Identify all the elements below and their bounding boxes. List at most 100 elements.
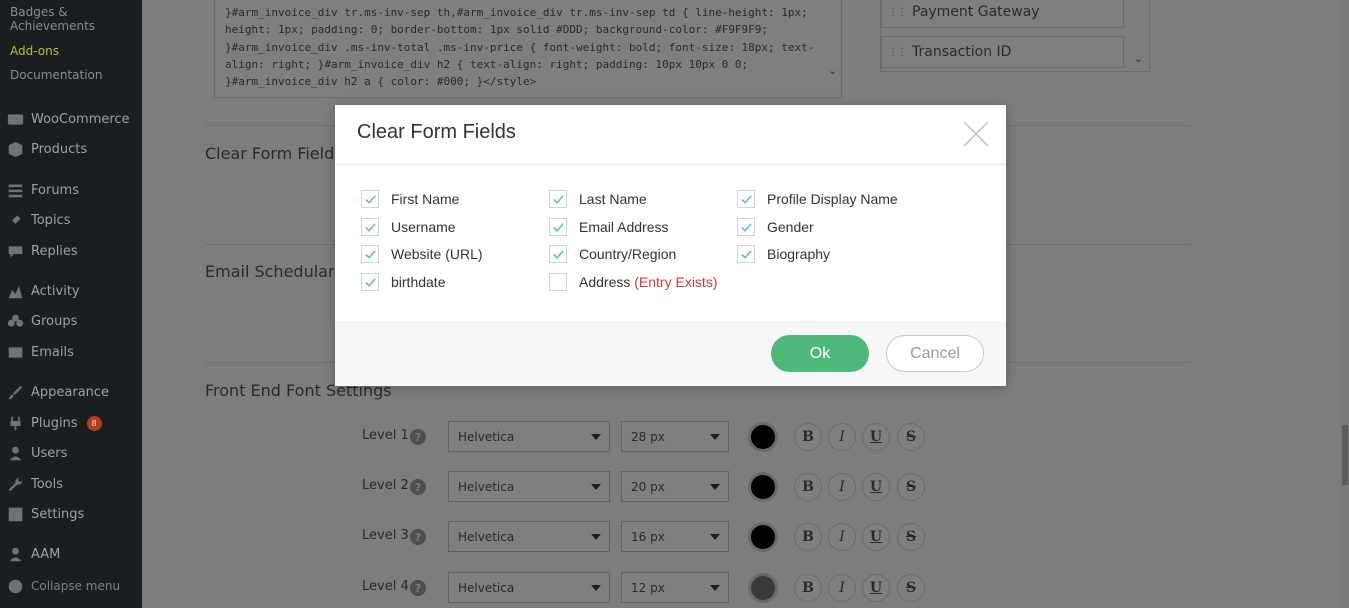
sidebar-item-users[interactable]: Users <box>7 441 67 465</box>
checkbox[interactable] <box>737 245 755 263</box>
check-icon <box>740 194 752 204</box>
sidebar-item-emails[interactable]: Emails <box>7 340 74 364</box>
checkbox-label: Username <box>391 219 456 235</box>
checkbox[interactable] <box>361 218 379 236</box>
cancel-button[interactable]: Cancel <box>886 335 984 372</box>
checkbox[interactable] <box>549 218 567 236</box>
checkbox[interactable] <box>549 245 567 263</box>
checkbox[interactable] <box>737 190 755 208</box>
sidebar-item-settings[interactable]: Settings <box>7 502 84 526</box>
field-checkbox-last-name[interactable]: Last Name <box>549 189 647 209</box>
italic-button[interactable]: I <box>828 523 856 551</box>
font-family-select[interactable]: Helvetica <box>448 421 610 452</box>
underline-button[interactable]: U <box>862 523 890 551</box>
italic-button[interactable]: I <box>828 574 856 602</box>
font-color-picker[interactable] <box>748 522 778 552</box>
underline-button[interactable]: U <box>862 574 890 602</box>
help-icon[interactable]: ? <box>410 429 426 445</box>
font-color-picker[interactable] <box>748 472 778 502</box>
checkbox-label: Gender <box>767 219 814 235</box>
font-size-select[interactable]: 28 px <box>621 421 729 452</box>
ok-button[interactable]: Ok <box>771 335 869 372</box>
page-scrollbar-thumb[interactable] <box>1342 425 1348 485</box>
close-icon[interactable] <box>961 119 991 149</box>
field-checkbox-country-region[interactable]: Country/Region <box>549 244 676 264</box>
field-checkbox-email-address[interactable]: Email Address <box>549 217 668 237</box>
italic-button[interactable]: I <box>828 423 856 451</box>
bold-button[interactable]: B <box>794 523 822 551</box>
field-item-payment-gateway[interactable]: ⋮⋮ Payment Gateway <box>881 0 1124 28</box>
checkbox[interactable] <box>549 190 567 208</box>
help-icon[interactable]: ? <box>410 529 426 545</box>
field-checkbox-gender[interactable]: Gender <box>737 217 814 237</box>
font-color-picker[interactable] <box>748 422 778 452</box>
drag-handle-icon[interactable]: ⋮⋮ <box>888 7 907 18</box>
list-scroll-down-icon[interactable]: ⌄ <box>1134 52 1143 65</box>
field-checkbox-website[interactable]: Website (URL) <box>361 244 483 264</box>
field-item-transaction-id[interactable]: ⋮⋮ Transaction ID <box>881 36 1124 68</box>
sidebar-item-woocommerce[interactable]: WooCommerce <box>7 107 130 131</box>
field-checkbox-address[interactable]: Address (Entry Exists) <box>549 272 717 292</box>
font-size-select[interactable]: 12 px <box>621 572 729 603</box>
invoice-css-textarea[interactable]: }#arm_invoice_div tr.ms-inv-sep th,#arm_… <box>214 0 842 98</box>
font-family-select[interactable]: Helvetica <box>448 471 610 502</box>
field-checkbox-profile-display-name[interactable]: Profile Display Name <box>737 189 898 209</box>
strikethrough-button[interactable]: S <box>897 423 925 451</box>
field-checkbox-biography[interactable]: Biography <box>737 244 830 264</box>
strikethrough-button[interactable]: S <box>897 574 925 602</box>
sidebar-item-addons[interactable]: Add-ons <box>10 44 59 58</box>
collapse-menu-button[interactable]: Collapse menu <box>7 574 120 598</box>
sidebar-item-groups[interactable]: Groups <box>7 309 77 333</box>
bold-button[interactable]: B <box>794 423 822 451</box>
italic-button[interactable]: I <box>828 473 856 501</box>
font-color-picker[interactable] <box>748 573 778 603</box>
checkbox-label: Website (URL) <box>391 246 483 262</box>
font-size-select[interactable]: 16 px <box>621 521 729 552</box>
font-family-select[interactable]: Helvetica <box>448 521 610 552</box>
sidebar-item-topics[interactable]: Topics <box>7 208 70 232</box>
checkbox[interactable] <box>361 273 379 291</box>
sidebar-item-products[interactable]: Products <box>7 137 87 161</box>
bold-button[interactable]: B <box>794 574 822 602</box>
underline-button[interactable]: U <box>862 473 890 501</box>
paintbrush-icon <box>7 384 24 401</box>
font-family-select[interactable]: Helvetica <box>448 572 610 603</box>
sidebar-item-label: Plugins <box>31 415 78 431</box>
plugin-icon <box>7 415 24 432</box>
sidebar-item-plugins[interactable]: Plugins 8 <box>7 411 102 435</box>
sidebar-item-aam[interactable]: AAM <box>7 542 60 566</box>
sidebar-item-appearance[interactable]: Appearance <box>7 380 109 404</box>
field-checkbox-birthdate[interactable]: birthdate <box>361 272 445 292</box>
sidebar-item-replies[interactable]: Replies <box>7 239 78 263</box>
sidebar-item-forums[interactable]: Forums <box>7 178 79 202</box>
checkbox[interactable] <box>361 245 379 263</box>
modal-header: Clear Form Fields <box>335 105 1006 165</box>
help-icon[interactable]: ? <box>410 580 426 596</box>
textarea-scroll-down-icon[interactable]: ⌄ <box>828 64 837 77</box>
checkbox[interactable] <box>549 273 567 291</box>
sidebar-item-activity[interactable]: Activity <box>7 279 80 303</box>
sidebar-item-label: Collapse menu <box>31 579 121 593</box>
underline-button[interactable]: U <box>862 423 890 451</box>
strikethrough-button[interactable]: S <box>897 523 925 551</box>
sidebar-item-label: Users <box>31 445 68 461</box>
entry-exists-note: (Entry Exists) <box>634 274 718 290</box>
checkbox[interactable] <box>737 218 755 236</box>
sidebar-item-documentation[interactable]: Documentation <box>10 68 103 82</box>
checkbox[interactable] <box>361 190 379 208</box>
page-scrollbar[interactable] <box>1340 0 1349 608</box>
strikethrough-button[interactable]: S <box>897 473 925 501</box>
checkbox-label: Last Name <box>579 191 647 207</box>
sidebar-item-badges[interactable]: Badges & <box>10 5 68 19</box>
field-checkbox-first-name[interactable]: First Name <box>361 189 459 209</box>
font-size-select[interactable]: 20 px <box>621 471 729 502</box>
checkbox-label: Address (Entry Exists) <box>579 274 718 290</box>
drag-handle-icon[interactable]: ⋮⋮ <box>888 47 907 58</box>
sidebar-item-achievements[interactable]: Achievements <box>10 19 95 33</box>
bold-button[interactable]: B <box>794 473 822 501</box>
groups-icon <box>7 313 24 330</box>
section-title-email-schedular: Email Schedular S <box>205 262 350 281</box>
sidebar-item-tools[interactable]: Tools <box>7 472 63 496</box>
help-icon[interactable]: ? <box>410 479 426 495</box>
field-checkbox-username[interactable]: Username <box>361 217 456 237</box>
